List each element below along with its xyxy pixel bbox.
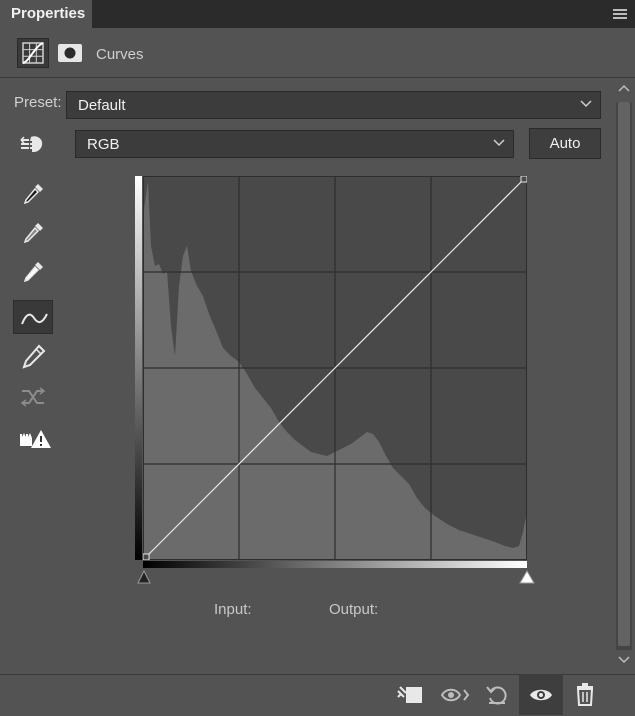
layer-mask-icon[interactable] — [58, 44, 82, 62]
black-point-eyedropper[interactable] — [13, 178, 53, 212]
clip-to-layer-icon[interactable] — [396, 683, 424, 707]
tab-bar: Properties — [0, 0, 635, 28]
panel-menu-icon[interactable] — [613, 9, 627, 19]
preset-label: Preset: — [14, 94, 62, 111]
scroll-down-icon[interactable] — [618, 656, 630, 664]
scroll-track[interactable] — [616, 102, 632, 650]
visibility-eye-icon — [530, 689, 552, 701]
adjustment-title: Curves — [96, 46, 144, 63]
trash-icon[interactable] — [574, 683, 596, 707]
curves-adjustment-icon[interactable] — [17, 38, 49, 68]
gray-point-eyedropper[interactable] — [13, 217, 53, 251]
reset-icon[interactable] — [485, 683, 509, 707]
scroll-thumb[interactable] — [618, 102, 630, 646]
channel-dropdown[interactable]: RGB — [75, 130, 514, 158]
white-point-eyedropper[interactable] — [13, 256, 53, 290]
input-gradient-bar — [143, 561, 527, 568]
auto-button[interactable]: Auto — [529, 128, 601, 159]
view-previous-state-icon[interactable] — [440, 683, 470, 707]
preset-value: Default — [78, 97, 126, 114]
edit-points-curve-icon — [21, 313, 48, 325]
clipping-warning-tool[interactable] — [13, 422, 53, 456]
chevron-down-icon — [493, 139, 505, 147]
white-point-eyedropper-icon — [23, 262, 43, 283]
tab-properties[interactable]: Properties — [0, 0, 93, 28]
panel-footer — [0, 674, 635, 716]
gray-point-eyedropper-icon — [23, 223, 43, 244]
input-label: Input: — [214, 601, 252, 618]
preset-dropdown[interactable]: Default — [66, 91, 601, 119]
output-gradient-bar — [135, 176, 142, 560]
draw-pencil-icon — [22, 344, 46, 369]
on-image-adjust-tool[interactable] — [13, 128, 53, 162]
adjustment-header: Curves — [0, 28, 635, 78]
channel-value: RGB — [87, 136, 120, 153]
on-image-adjust-icon — [20, 136, 43, 152]
properties-panel: Properties Curves Preset: Default RGB Au… — [0, 0, 635, 716]
smooth-curve-tool[interactable] — [13, 380, 53, 414]
black-point-eyedropper-icon — [23, 184, 43, 205]
curves-graph[interactable] — [143, 176, 527, 560]
panel-scrollbar[interactable] — [613, 78, 635, 674]
output-label: Output: — [329, 601, 379, 618]
draw-pencil-tool[interactable] — [13, 340, 53, 374]
visibility-toggle-button[interactable] — [519, 675, 563, 715]
curve-point-black[interactable] — [143, 553, 150, 560]
smooth-curve-icon — [20, 387, 46, 407]
scroll-up-icon[interactable] — [618, 84, 630, 92]
clipping-warning-icon — [20, 430, 51, 448]
chevron-down-icon — [580, 100, 592, 108]
header-divider — [0, 77, 635, 78]
edit-points-curve-tool[interactable] — [13, 300, 53, 334]
white-input-slider[interactable] — [519, 570, 535, 584]
curve-point-white[interactable] — [520, 176, 527, 183]
black-input-slider[interactable] — [137, 570, 151, 584]
